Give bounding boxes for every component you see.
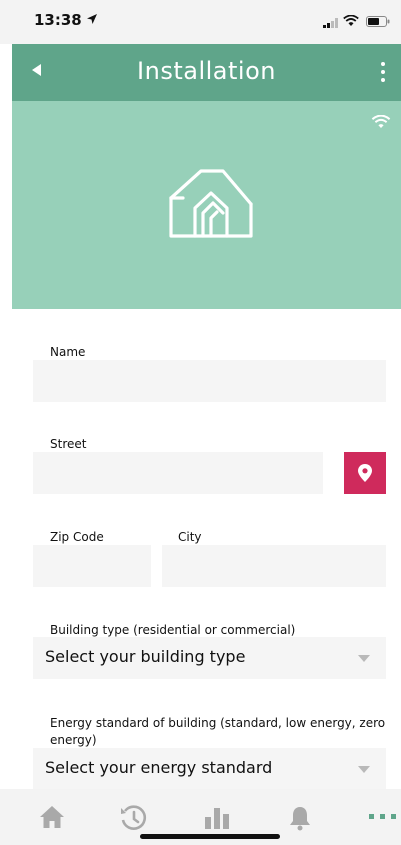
hero-banner [12,101,401,309]
history-icon[interactable] [120,805,148,831]
chevron-down-icon [358,655,370,662]
house-icon [169,169,253,238]
locate-button[interactable] [344,452,386,494]
status-bar: 13:38 [0,0,401,44]
signal-icon [323,18,338,28]
location-pin-icon [358,464,372,482]
home-indicator [140,834,280,839]
street-field[interactable] [33,452,323,494]
building-type-select[interactable]: Select your building type [33,637,386,679]
energy-standard-label: Energy standard of building (standard, l… [50,716,386,747]
zip-field[interactable] [33,545,151,587]
app-header: Installation [12,44,401,101]
battery-icon [366,16,390,27]
building-type-label: Building type (residential or commercial… [50,623,296,637]
location-arrow-icon [87,14,97,24]
building-type-value: Select your building type [45,647,246,666]
name-label: Name [50,345,86,359]
status-time: 13:38 [34,11,82,29]
street-label: Street [50,437,87,451]
energy-standard-value: Select your energy standard [45,758,273,777]
energy-standard-select[interactable]: Select your energy standard [33,748,386,789]
more-horizontal-icon[interactable] [369,814,397,820]
home-icon[interactable] [39,805,65,829]
wifi-icon [371,115,391,128]
city-field[interactable] [162,545,386,587]
city-label: City [178,530,202,544]
name-field[interactable] [33,360,386,402]
more-vertical-icon[interactable] [381,62,385,86]
chevron-down-icon [358,766,370,773]
notifications-icon[interactable] [288,805,312,831]
statistics-icon[interactable] [203,805,231,829]
page-title: Installation [137,57,276,85]
wifi-status-icon [343,15,359,26]
zip-label: Zip Code [50,530,104,544]
